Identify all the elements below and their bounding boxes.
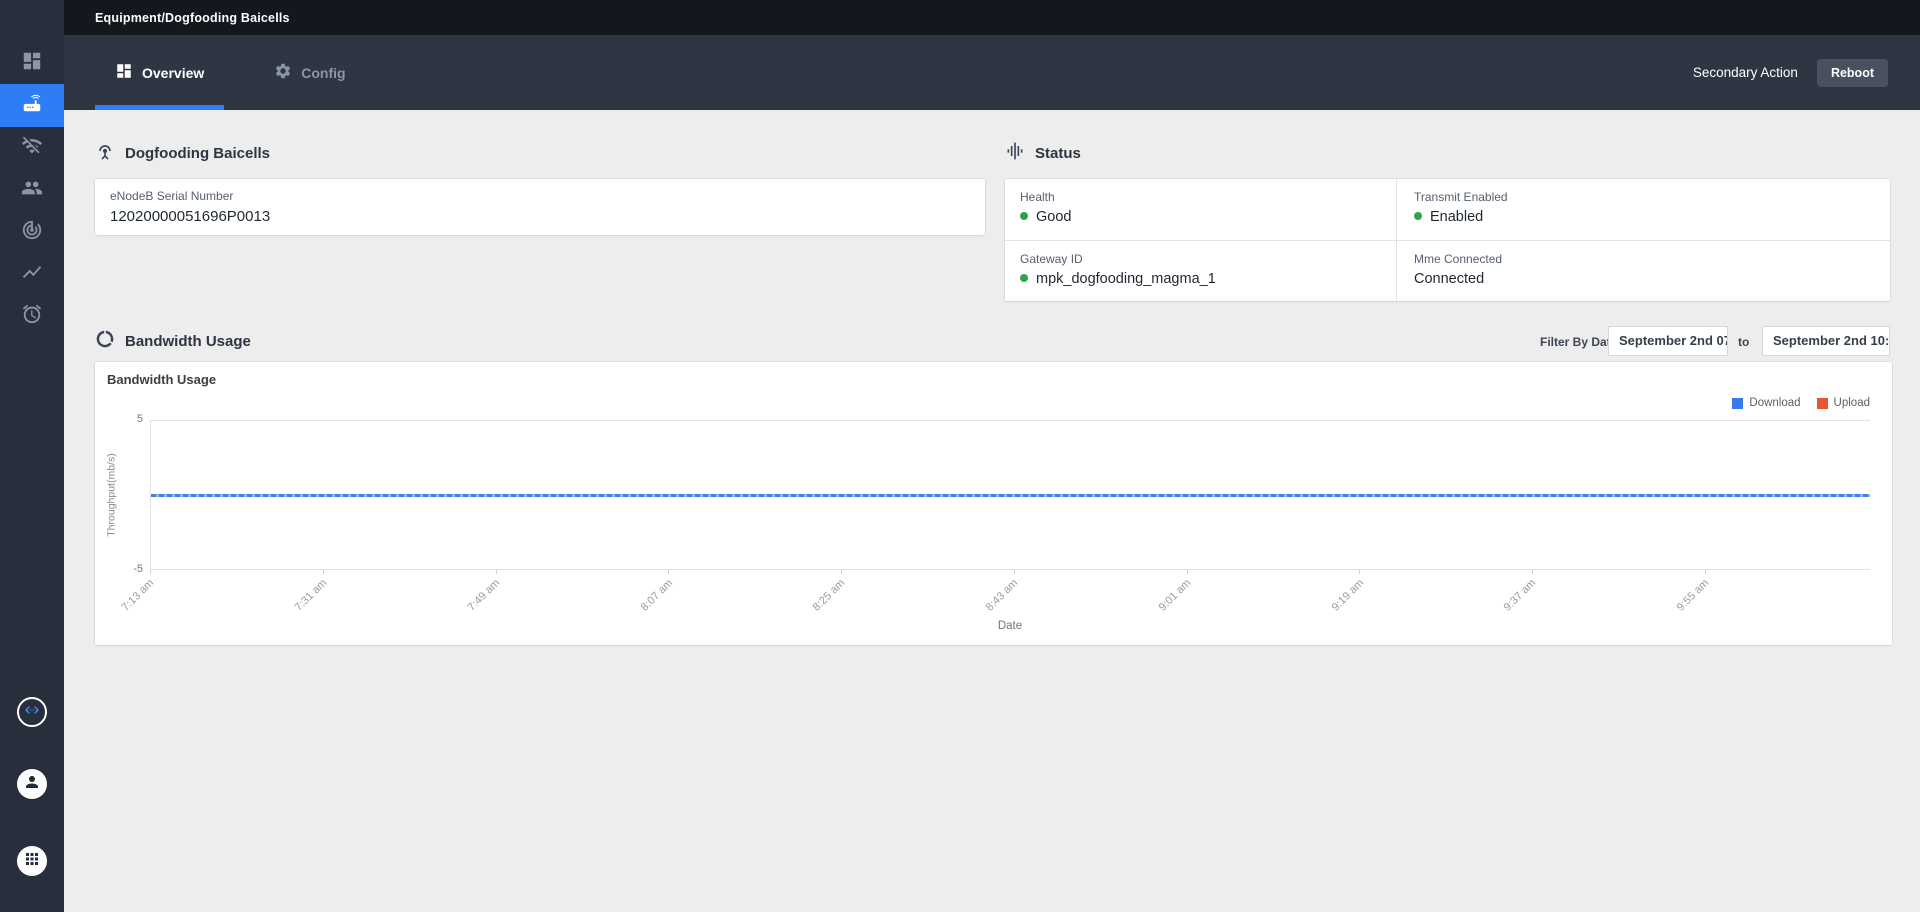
status-cell: Mme Connected Connected [1396, 240, 1890, 301]
api-code-icon [23, 701, 41, 724]
bandwidth-section-title: Bandwidth Usage [125, 333, 251, 350]
status-cell-label: Mme Connected [1414, 252, 1503, 266]
legend-swatch-icon [1816, 397, 1828, 409]
account-button[interactable] [17, 769, 47, 799]
date-to-input[interactable]: September 2nd 10:12 [1762, 326, 1890, 356]
graphic-eq-icon [1005, 141, 1025, 166]
data-usage-icon [95, 329, 115, 354]
sidebar-item-wifi[interactable] [0, 127, 64, 169]
chart-legend: Download Upload [1732, 397, 1870, 409]
status-cell: Transmit Enabled Enabled [1396, 179, 1890, 240]
bandwidth-chart-card: Bandwidth Usage Download Upload Throughpu… [95, 362, 1892, 645]
tab-bar: Overview Config Secondary Action Reboot [64, 35, 1920, 110]
api-docs-button[interactable] [17, 697, 47, 727]
device-card: eNodeB Serial Number 12020000051696P0013 [95, 179, 985, 235]
apps-grid-icon [23, 850, 41, 873]
antenna-icon [95, 141, 115, 166]
chart-title: Bandwidth Usage [107, 372, 217, 387]
secondary-action-button[interactable]: Secondary Action [1693, 65, 1798, 80]
topbar: Equipment/Dogfooding Baicells [64, 0, 1920, 35]
status-card: Health Good Transmit Enabled Enabled Gat… [1005, 179, 1890, 301]
sidebar-item-dashboard[interactable] [0, 42, 64, 84]
status-grid: Health Good Transmit Enabled Enabled Gat… [1005, 179, 1890, 301]
status-dot [1414, 212, 1422, 220]
dashboard-icon [21, 50, 43, 77]
device-section-title: Dogfooding Baicells [125, 145, 271, 162]
filter-by-date-label: Filter By Date [1540, 335, 1618, 349]
sidebar-top [0, 0, 64, 337]
legend-label: Upload [1833, 397, 1870, 409]
person-icon [23, 773, 41, 796]
tabbar-actions: Secondary Action Reboot [1693, 58, 1920, 87]
sidebar-item-subscribers[interactable] [0, 169, 64, 211]
legend-item: Download [1732, 397, 1801, 409]
legend-label: Download [1749, 397, 1801, 409]
status-section-header: Status [1005, 141, 1081, 166]
page: Equipment/Dogfooding Baicells Overview C… [0, 0, 1920, 912]
status-cell-label: Health [1020, 190, 1055, 204]
trending-chart-icon [21, 261, 43, 288]
people-icon [21, 177, 43, 204]
status-cell-value: Good [1036, 209, 1072, 225]
sidebar-item-metrics[interactable] [0, 253, 64, 295]
serial-number-label: eNodeB Serial Number [110, 189, 234, 203]
sidebar-item-equipment[interactable] [0, 84, 64, 127]
date-range-to-label: to [1738, 335, 1750, 349]
router-icon [21, 92, 43, 119]
tab-overview[interactable]: Overview [95, 35, 225, 110]
y-axis-title: Throughput(mb/s) [106, 453, 119, 537]
status-cell-value: mpk_dogfooding_magma_1 [1036, 271, 1216, 287]
serial-number-value: 12020000051696P0013 [110, 208, 271, 225]
tracking-target-icon [21, 219, 43, 246]
legend-item: Upload [1816, 397, 1870, 409]
chart-plot-area [150, 420, 1870, 570]
status-cell: Health Good [1005, 179, 1396, 240]
reboot-button[interactable]: Reboot [1816, 58, 1888, 87]
status-dot [1020, 212, 1028, 220]
breadcrumb: Equipment/Dogfooding Baicells [95, 10, 290, 25]
date-from-input[interactable]: September 2nd 07:12 [1608, 326, 1728, 356]
tab-config-label: Config [301, 64, 346, 81]
status-cell-label: Transmit Enabled [1414, 190, 1508, 204]
overview-grid-icon [115, 62, 133, 83]
x-axis-title: Date [997, 620, 1023, 632]
bandwidth-section-header: Bandwidth Usage [95, 329, 251, 354]
status-cell-label: Gateway ID [1020, 252, 1083, 266]
tab-overview-label: Overview [142, 64, 205, 81]
sidebar [0, 0, 64, 912]
sidebar-item-alarms[interactable] [0, 295, 64, 337]
sidebar-bottom [0, 697, 64, 912]
legend-swatch-icon [1732, 397, 1744, 409]
sidebar-item-tracking[interactable] [0, 211, 64, 253]
apps-button[interactable] [17, 846, 47, 876]
status-dot [1020, 274, 1028, 282]
tab-config[interactable]: Config [254, 35, 365, 110]
download-series-line [151, 494, 1870, 497]
status-section-title: Status [1035, 145, 1081, 162]
status-cell: Gateway ID mpk_dogfooding_magma_1 [1005, 240, 1396, 301]
device-section-header: Dogfooding Baicells [95, 141, 270, 166]
status-cell-value: Connected [1414, 271, 1485, 287]
wifi-off-icon [21, 135, 43, 162]
y-tick-label: 5 [136, 413, 143, 425]
status-cell-value: Enabled [1430, 209, 1484, 225]
main-content: Dogfooding Baicells eNodeB Serial Number… [64, 110, 1920, 912]
alarm-clock-icon [21, 303, 43, 330]
y-tick-label: -5 [133, 563, 143, 575]
gear-icon [274, 62, 292, 83]
